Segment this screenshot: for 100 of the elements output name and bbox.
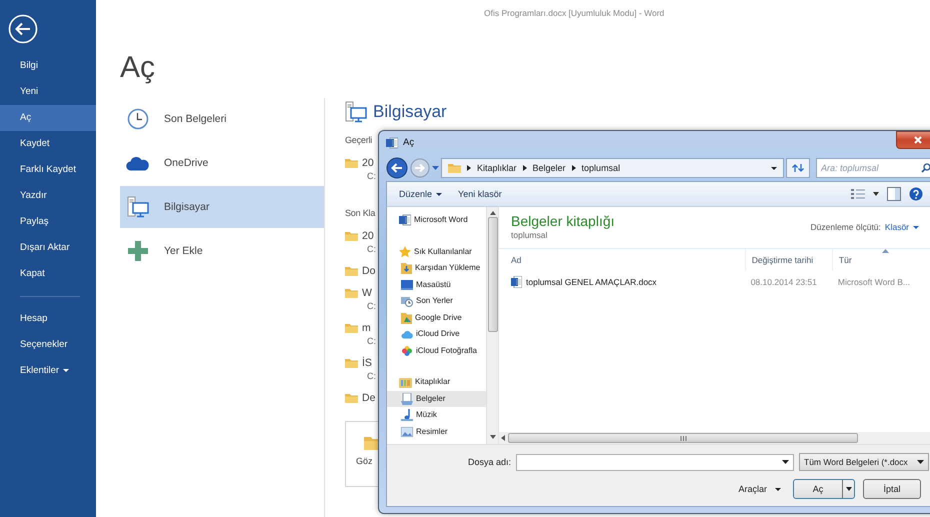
cancel-button[interactable]: İptal	[863, 479, 921, 499]
scroll-down-icon[interactable]	[490, 435, 496, 439]
chevron-icon	[467, 165, 471, 171]
nav-pane-item[interactable]: Google Drive	[387, 310, 486, 326]
address-bar[interactable]: Kitaplıklar Belgeler toplumsal	[441, 158, 784, 178]
folder-path: C:	[366, 243, 376, 255]
nav-pane-item[interactable]: Son Yerler	[387, 293, 486, 310]
dropdown-icon	[771, 166, 777, 170]
folder-name[interactable]: W	[362, 286, 372, 300]
library-subtitle: toplumsal	[511, 230, 548, 240]
folder-icon	[448, 163, 461, 173]
nav-item[interactable]: Dışarı Aktar	[0, 235, 96, 261]
nav-pane-item[interactable]: iCloud Drive	[387, 326, 486, 342]
arrange-dropdown[interactable]: Klasör	[884, 222, 919, 232]
arrange-label: Düzenleme ölçütü:	[810, 222, 881, 232]
cloud-icon	[401, 330, 413, 339]
clock-icon	[127, 108, 149, 130]
toolbar-button[interactable]: Düzenle	[395, 186, 446, 202]
nav-pane-item[interactable]: Müzik	[387, 407, 486, 424]
place-item[interactable]: Son Belgeleri	[120, 98, 324, 140]
view-options-icon[interactable]	[851, 188, 865, 200]
toolbar-button[interactable]: Yeni klasör	[454, 186, 506, 202]
file-name[interactable]: toplumsal GENEL AMAÇLAR.docx	[526, 276, 657, 288]
folder-name[interactable]: Do	[362, 264, 376, 278]
grip-icon	[680, 436, 686, 440]
dialog-title: Aç	[403, 137, 414, 149]
nav-pane-item[interactable]: Karşıdan Yükleme	[387, 260, 486, 276]
column-header[interactable]: Değiştirme tarihi	[752, 254, 814, 266]
scroll-left-icon[interactable]	[501, 435, 505, 441]
close-button[interactable]	[896, 131, 930, 149]
file-type-dropdown[interactable]: Tüm Word Belgeleri (*.docx	[799, 453, 929, 471]
refresh-icon	[792, 163, 804, 173]
desktop-icon	[401, 280, 413, 290]
dropdown-icon	[782, 460, 789, 464]
caret-icon	[775, 488, 781, 491]
folder-name[interactable]: İS	[362, 356, 372, 370]
caret-icon	[913, 226, 919, 230]
folder-name[interactable]: 20	[362, 230, 374, 242]
tools-button[interactable]: Araçlar	[734, 484, 785, 494]
recent-places-icon	[401, 295, 413, 308]
folder-path: C:	[366, 335, 376, 347]
pictures-icon	[401, 426, 413, 437]
computer-icon	[345, 101, 367, 123]
nav-pane-item[interactable]: iCloud Fotoğrafla	[387, 342, 486, 359]
scrollbar-thumb[interactable]	[488, 217, 498, 332]
nav-pane-item[interactable]: Resimler	[387, 424, 486, 440]
nav-item[interactable]: Kapat	[0, 261, 96, 287]
place-item[interactable]: Yer Ekle	[120, 230, 324, 272]
scroll-up-icon[interactable]	[490, 211, 496, 215]
nav-pane-item[interactable]: Microsoft Word	[387, 212, 486, 228]
nav-item[interactable]: Kaydet	[0, 131, 96, 157]
nav-item[interactable]: Seçenekler	[0, 332, 96, 358]
section-label: Son Kla	[345, 207, 376, 220]
place-item[interactable]: OneDrive	[120, 142, 324, 184]
folder-name[interactable]: m	[362, 322, 371, 334]
dropdown-icon	[917, 460, 924, 464]
search-icon	[921, 163, 930, 173]
preview-pane-icon[interactable]	[887, 187, 901, 201]
nav-item[interactable]: Paylaş	[0, 209, 96, 235]
column-header[interactable]: Ad	[511, 254, 522, 266]
folder-icon	[345, 323, 358, 333]
folder-name[interactable]: De	[362, 392, 376, 404]
nav-item[interactable]: Farklı Kaydet	[0, 157, 96, 183]
nav-item[interactable]: Yeni	[0, 79, 96, 105]
column-header[interactable]: Tür	[838, 254, 852, 266]
close-icon	[914, 136, 922, 144]
scrollbar-thumb[interactable]	[508, 433, 858, 443]
document-icon	[399, 214, 411, 226]
breadcrumb-item[interactable]: Belgeler	[532, 162, 566, 174]
nav-item[interactable]: Hesap	[0, 306, 96, 332]
file-date: 08.10.2014 23:51	[750, 276, 817, 287]
back-button[interactable]	[386, 157, 408, 179]
filename-field[interactable]	[516, 454, 794, 470]
breadcrumb-item[interactable]: Kitaplıklar	[477, 162, 517, 174]
photos-icon	[401, 344, 413, 357]
download-folder-icon	[401, 262, 412, 274]
nav-pane-item[interactable]: Sık Kullanılanlar	[387, 244, 486, 260]
nav-item[interactable]: Bilgi	[0, 53, 96, 79]
help-icon[interactable]	[909, 187, 923, 201]
refresh-button[interactable]	[786, 158, 810, 178]
folder-icon	[345, 231, 358, 241]
nav-item[interactable]: Yazdır	[0, 183, 96, 209]
section-title: Bilgisayar	[373, 102, 447, 122]
open-button[interactable]: Aç	[793, 479, 855, 499]
window-title: Ofis Programları.docx [Uyumluluk Modu] - Word	[484, 7, 664, 19]
document-icon	[511, 276, 522, 288]
dropdown-icon[interactable]	[873, 192, 879, 196]
back-icon[interactable]	[8, 14, 38, 44]
history-dropdown-icon[interactable]	[432, 166, 439, 170]
plus-icon	[128, 241, 148, 261]
nav-pane-item[interactable]: Belgeler	[387, 390, 486, 407]
cloud-icon	[126, 156, 150, 170]
breadcrumb-item[interactable]: toplumsal	[582, 162, 620, 174]
nav-item[interactable]: Aç	[0, 105, 96, 131]
nav-pane-item[interactable]: Masaüstü	[387, 276, 486, 293]
folder-icon	[345, 158, 358, 168]
nav-pane-item[interactable]: Kitaplıklar	[387, 374, 486, 390]
nav-item[interactable]: Eklentiler	[0, 358, 96, 384]
place-item[interactable]: Bilgisayar	[120, 186, 324, 228]
folder-name[interactable]: 20	[362, 156, 374, 170]
